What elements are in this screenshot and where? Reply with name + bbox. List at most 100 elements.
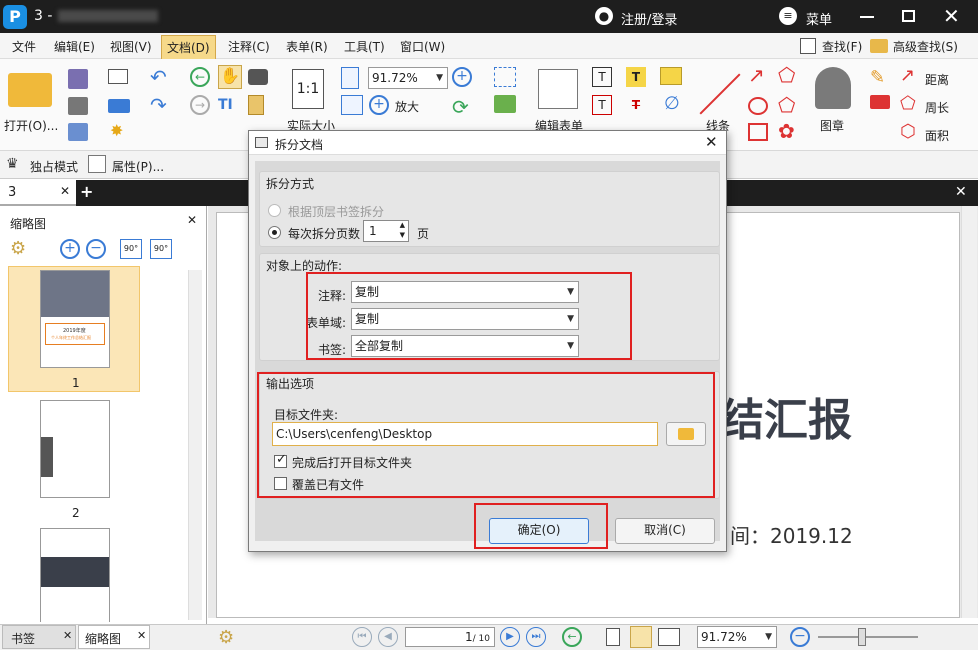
open-folder-icon[interactable] <box>8 73 52 107</box>
distance-icon[interactable]: ↗ <box>900 65 915 86</box>
close-icon[interactable]: ✕ <box>60 184 70 198</box>
perimeter-icon[interactable]: ⬠ <box>900 93 916 114</box>
close-icon[interactable]: ✕ <box>137 629 146 642</box>
pentagon-tool-icon[interactable]: ⬠ <box>778 93 795 117</box>
eraser-tool-icon[interactable] <box>870 95 890 109</box>
undo-icon[interactable]: ↶ <box>150 65 167 89</box>
select-object-icon[interactable] <box>494 67 516 87</box>
area-button[interactable]: 面积 <box>925 127 949 144</box>
zoom-slider[interactable] <box>818 636 918 638</box>
rotate-icon[interactable]: ⟳ <box>452 95 469 119</box>
eraser-icon[interactable] <box>108 99 130 113</box>
maximize-button[interactable] <box>902 10 915 22</box>
single-page-icon[interactable] <box>606 628 620 646</box>
page-thumbnail-3[interactable] <box>40 528 110 622</box>
document-tab[interactable]: 3 ✕ <box>0 180 76 206</box>
minimize-button[interactable] <box>860 16 874 18</box>
snapshot-icon[interactable] <box>248 69 268 85</box>
zoom-combo[interactable]: 91.72% ▼ <box>368 67 448 89</box>
back-view-icon[interactable]: ← <box>562 627 582 647</box>
radio-split-every[interactable] <box>268 226 281 239</box>
rectangle-tool-icon[interactable] <box>748 123 768 141</box>
line-tool-icon[interactable] <box>699 73 741 115</box>
close-icon[interactable]: ✕ <box>63 629 72 642</box>
facing-page-icon[interactable] <box>658 628 680 646</box>
page-thumbnail-2[interactable] <box>40 400 110 498</box>
menu-tools[interactable]: 工具(T) <box>344 38 385 55</box>
rotate-right-icon[interactable]: 90° <box>150 239 172 259</box>
select-text-icon[interactable]: TI <box>218 97 233 113</box>
pencil-icon[interactable]: ✎ <box>870 67 885 88</box>
menu-window[interactable]: 窗口(W) <box>400 38 445 55</box>
back-icon[interactable]: ← <box>190 67 210 87</box>
properties-button[interactable]: 属性(P)... <box>112 158 164 175</box>
callout-text-icon[interactable]: T <box>592 95 612 115</box>
image-insert-icon[interactable] <box>494 95 516 113</box>
cancel-button[interactable]: 取消(C) <box>615 518 715 544</box>
spinner-down-icon[interactable]: ▼ <box>400 231 405 239</box>
cloud-tool-icon[interactable]: ✿ <box>778 119 795 143</box>
first-page-icon[interactable]: ⏮ <box>352 627 372 647</box>
rotate-left-icon[interactable]: 90° <box>120 239 142 259</box>
enlarge-icon[interactable]: + <box>369 95 389 115</box>
export-icon[interactable] <box>68 123 88 141</box>
perimeter-button[interactable]: 周长 <box>925 99 949 116</box>
settings-gear-icon[interactable]: ⚙ <box>10 238 26 259</box>
continuous-page-icon[interactable] <box>630 626 652 648</box>
zoom-status-combo[interactable]: 91.72% ▼ <box>697 626 777 648</box>
actual-size-icon[interactable]: 1:1 <box>292 69 324 109</box>
fit-page-icon[interactable] <box>341 67 359 89</box>
tab-thumbnails[interactable]: 缩略图 ✕ <box>78 625 150 649</box>
find-button[interactable]: 查找(F) <box>822 38 862 55</box>
strikeout-text-icon[interactable]: T <box>626 95 646 115</box>
save-icon[interactable] <box>68 69 88 89</box>
fit-width-icon[interactable] <box>341 95 363 115</box>
menu-button[interactable]: 菜单 <box>806 9 832 28</box>
exclusive-mode-button[interactable]: 独占模式 <box>30 158 78 175</box>
edit-form-icon[interactable] <box>538 69 578 109</box>
redo-icon[interactable]: ↷ <box>150 93 167 117</box>
forward-icon[interactable]: → <box>190 95 210 115</box>
advanced-find-icon[interactable] <box>870 39 888 53</box>
enlarge-button[interactable]: 放大 <box>395 98 419 115</box>
print-icon[interactable] <box>68 97 88 115</box>
find-icon[interactable] <box>800 38 816 54</box>
menu-edit[interactable]: 编辑(E) <box>54 38 95 55</box>
area-icon[interactable]: ⬡ <box>900 121 916 142</box>
stamp-icon[interactable] <box>815 67 851 109</box>
page-input[interactable]: 1/ 10 <box>405 627 495 647</box>
close-icon[interactable]: ✕ <box>187 213 197 227</box>
polygon-tool-icon[interactable]: ⬠ <box>778 63 795 87</box>
page-thumbnail-1[interactable]: 2019年度 个人年终工作总结汇报 <box>40 270 110 368</box>
typewriter-icon[interactable]: T <box>626 67 646 87</box>
zoom-out-icon[interactable]: − <box>790 627 810 647</box>
mail-icon[interactable] <box>108 69 128 84</box>
arrow-tool-icon[interactable]: ↗ <box>748 63 765 87</box>
ellipse-tool-icon[interactable] <box>748 97 768 115</box>
prev-page-icon[interactable]: ◀ <box>378 627 398 647</box>
menu-view[interactable]: 视图(V) <box>110 38 152 55</box>
menu-comment[interactable]: 注释(C) <box>228 38 270 55</box>
new-tab-button[interactable]: + <box>80 182 93 201</box>
next-page-icon[interactable]: ▶ <box>500 627 520 647</box>
radio-split-by-bookmark[interactable] <box>268 204 281 217</box>
textbox-icon[interactable]: T <box>592 67 612 87</box>
last-page-icon[interactable]: ⏭ <box>526 627 546 647</box>
clipboard-icon[interactable] <box>248 95 264 115</box>
menu-file[interactable]: 文件 <box>12 38 36 55</box>
pages-spinner[interactable]: 1 ▲ ▼ <box>363 220 409 242</box>
advanced-find-button[interactable]: 高级查找(S) <box>893 38 958 55</box>
panel-scrollbar[interactable] <box>188 270 202 620</box>
attach-icon[interactable]: ∅ <box>664 93 680 114</box>
menu-form[interactable]: 表单(R) <box>286 38 328 55</box>
tab-bookmarks[interactable]: 书签 ✕ <box>2 625 76 649</box>
close-all-tabs-icon[interactable]: ✕ <box>955 184 967 200</box>
star-icon[interactable]: ✸ <box>110 121 123 140</box>
document-scrollbar[interactable] <box>961 206 977 618</box>
distance-button[interactable]: 距离 <box>925 71 949 88</box>
zoom-slider-handle[interactable] <box>858 628 866 646</box>
note-icon[interactable] <box>660 67 682 85</box>
close-icon[interactable]: ✕ <box>705 133 718 151</box>
user-icon[interactable]: ● <box>595 7 613 25</box>
enlarge-thumb-icon[interactable]: + <box>60 239 80 259</box>
